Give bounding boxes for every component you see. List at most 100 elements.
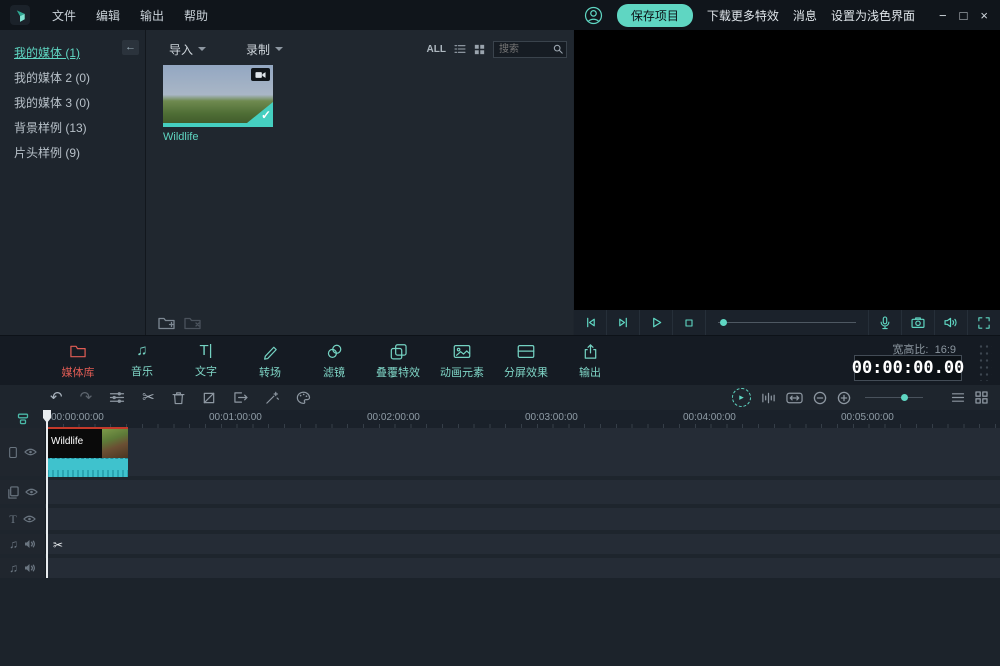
search-box[interactable] <box>493 41 567 58</box>
music-track-1-header: ♫ <box>0 534 46 554</box>
record-voiceover-button[interactable] <box>868 310 901 335</box>
ruler-label: 00:05:00:00 <box>841 412 894 423</box>
playhead-scissors-icon[interactable]: ✂ <box>53 538 63 552</box>
track-list-view-icon[interactable] <box>951 392 965 403</box>
timeline-ruler[interactable]: 00:00:00:00 00:01:00:00 00:02:00:00 00:0… <box>45 410 1000 429</box>
zoom-out-icon[interactable] <box>813 391 827 405</box>
playback-slider[interactable] <box>706 310 868 335</box>
minimize-button[interactable]: − <box>939 8 947 23</box>
import-dropdown[interactable]: 导入 <box>169 41 206 58</box>
music-track-2[interactable]: ♫ <box>0 558 1000 578</box>
text-track-header: T <box>0 508 46 530</box>
filter-icon <box>325 343 344 360</box>
media-clip-wildlife[interactable]: ✓ <box>163 65 273 127</box>
playhead-line[interactable] <box>46 410 48 578</box>
zoom-slider-knob[interactable] <box>901 394 908 401</box>
messages-link[interactable]: 消息 <box>793 7 817 24</box>
sidebar-item-my-media-3[interactable]: 我的媒体 3 (0) <box>0 90 145 115</box>
ruler-label: 00:04:00:00 <box>683 412 736 423</box>
adjust-icon[interactable] <box>109 391 125 404</box>
menu-edit[interactable]: 编辑 <box>86 4 130 27</box>
video-track[interactable] <box>0 428 1000 476</box>
speaker-icon[interactable] <box>24 563 36 573</box>
tab-filters[interactable]: 滤镜 <box>302 336 366 386</box>
preview-screen[interactable] <box>574 30 1000 310</box>
zoom-to-fit-icon[interactable] <box>786 392 803 404</box>
record-dropdown[interactable]: 录制 <box>246 41 283 58</box>
tab-text[interactable]: T| 文字 <box>174 336 238 386</box>
media-clip-label: Wildlife <box>163 131 198 143</box>
download-effects-link[interactable]: 下载更多特效 <box>707 7 779 24</box>
track-manager-icon[interactable] <box>0 410 45 428</box>
zoom-in-icon[interactable] <box>837 391 851 405</box>
add-folder-icon[interactable] <box>158 316 175 330</box>
stop-button[interactable] <box>673 310 706 335</box>
delete-button[interactable] <box>172 391 185 405</box>
export-icon <box>581 343 600 360</box>
ruler-label: 00:01:00:00 <box>209 412 262 423</box>
sidebar-item-intro-samples[interactable]: 片头样例 (9) <box>0 140 145 165</box>
audio-mixer-icon[interactable] <box>761 392 776 404</box>
theme-toggle-link[interactable]: 设置为浅色界面 <box>831 7 915 24</box>
tab-export[interactable]: 输出 <box>558 336 622 386</box>
maximize-button[interactable]: □ <box>960 8 968 23</box>
previous-frame-button[interactable] <box>574 310 607 335</box>
sidebar-collapse-button[interactable]: ← <box>122 40 139 55</box>
redo-button[interactable]: ↷ <box>80 390 93 405</box>
timeline-empty-area <box>0 578 1000 666</box>
menu-export[interactable]: 输出 <box>130 4 174 27</box>
sidebar-item-background-samples[interactable]: 背景样例 (13) <box>0 115 145 140</box>
music-track-1[interactable]: ♫ <box>0 534 1000 554</box>
play-button[interactable] <box>640 310 673 335</box>
save-project-button[interactable]: 保存项目 <box>617 4 693 27</box>
tab-media-library[interactable]: 媒体库 <box>46 336 110 386</box>
filter-all-label[interactable]: ALL <box>427 44 446 55</box>
tab-elements[interactable]: 动画元素 <box>430 336 494 386</box>
crop-button[interactable] <box>202 391 216 405</box>
eye-icon[interactable] <box>24 448 37 456</box>
fullscreen-button[interactable] <box>967 310 1000 335</box>
close-button[interactable]: × <box>980 8 988 23</box>
video-track-icon <box>8 446 18 459</box>
menu-file[interactable]: 文件 <box>42 4 86 27</box>
timeline-clip-wildlife[interactable]: Wildlife <box>47 429 128 476</box>
color-palette-button[interactable] <box>296 391 311 404</box>
tab-transitions[interactable]: 转场 <box>238 336 302 386</box>
list-view-icon[interactable] <box>454 44 466 54</box>
text-track[interactable]: T <box>0 508 1000 530</box>
timecode-display: 00:00:00.00 <box>854 355 962 381</box>
undo-button[interactable]: ↶ <box>50 390 63 405</box>
ruler-label: 00:00:00:00 <box>51 412 104 423</box>
text-icon: T| <box>199 343 212 359</box>
eye-icon[interactable] <box>25 488 38 496</box>
export-frame-button[interactable] <box>233 391 248 404</box>
snapshot-button[interactable] <box>901 310 934 335</box>
render-preview-button[interactable]: ▸ <box>732 388 751 407</box>
magic-wand-button[interactable] <box>265 391 279 405</box>
track-grid-view-icon[interactable] <box>975 391 988 404</box>
next-frame-button[interactable] <box>607 310 640 335</box>
account-icon[interactable] <box>584 6 603 25</box>
playhead-knob[interactable] <box>720 319 727 326</box>
volume-button[interactable] <box>934 310 967 335</box>
title-bar: 文件 编辑 输出 帮助 保存项目 下载更多特效 消息 设置为浅色界面 − □ × <box>0 0 1000 30</box>
tab-music[interactable]: ♫ 音乐 <box>110 336 174 386</box>
search-icon <box>553 44 563 54</box>
overlay-track[interactable] <box>0 480 1000 504</box>
delete-folder-icon[interactable] <box>184 316 201 330</box>
speaker-icon[interactable] <box>24 539 36 549</box>
split-scissors-button[interactable]: ✂ <box>142 390 155 405</box>
tab-overlays[interactable]: 叠覆特效 <box>366 336 430 386</box>
media-panel: 导入 录制 ALL <box>146 30 573 335</box>
tab-split-screen[interactable]: 分屏效果 <box>494 336 558 386</box>
overlay-track-icon <box>7 486 19 499</box>
eye-icon[interactable] <box>23 515 36 523</box>
panel-drag-handle[interactable] <box>978 343 992 381</box>
split-screen-icon <box>516 343 536 360</box>
menu-help[interactable]: 帮助 <box>174 4 218 27</box>
search-input[interactable] <box>497 43 553 56</box>
selected-strip <box>163 123 273 127</box>
timeline-zoom-slider[interactable] <box>865 397 923 398</box>
sidebar-item-my-media-2[interactable]: 我的媒体 2 (0) <box>0 65 145 90</box>
grid-view-icon[interactable] <box>474 44 485 55</box>
